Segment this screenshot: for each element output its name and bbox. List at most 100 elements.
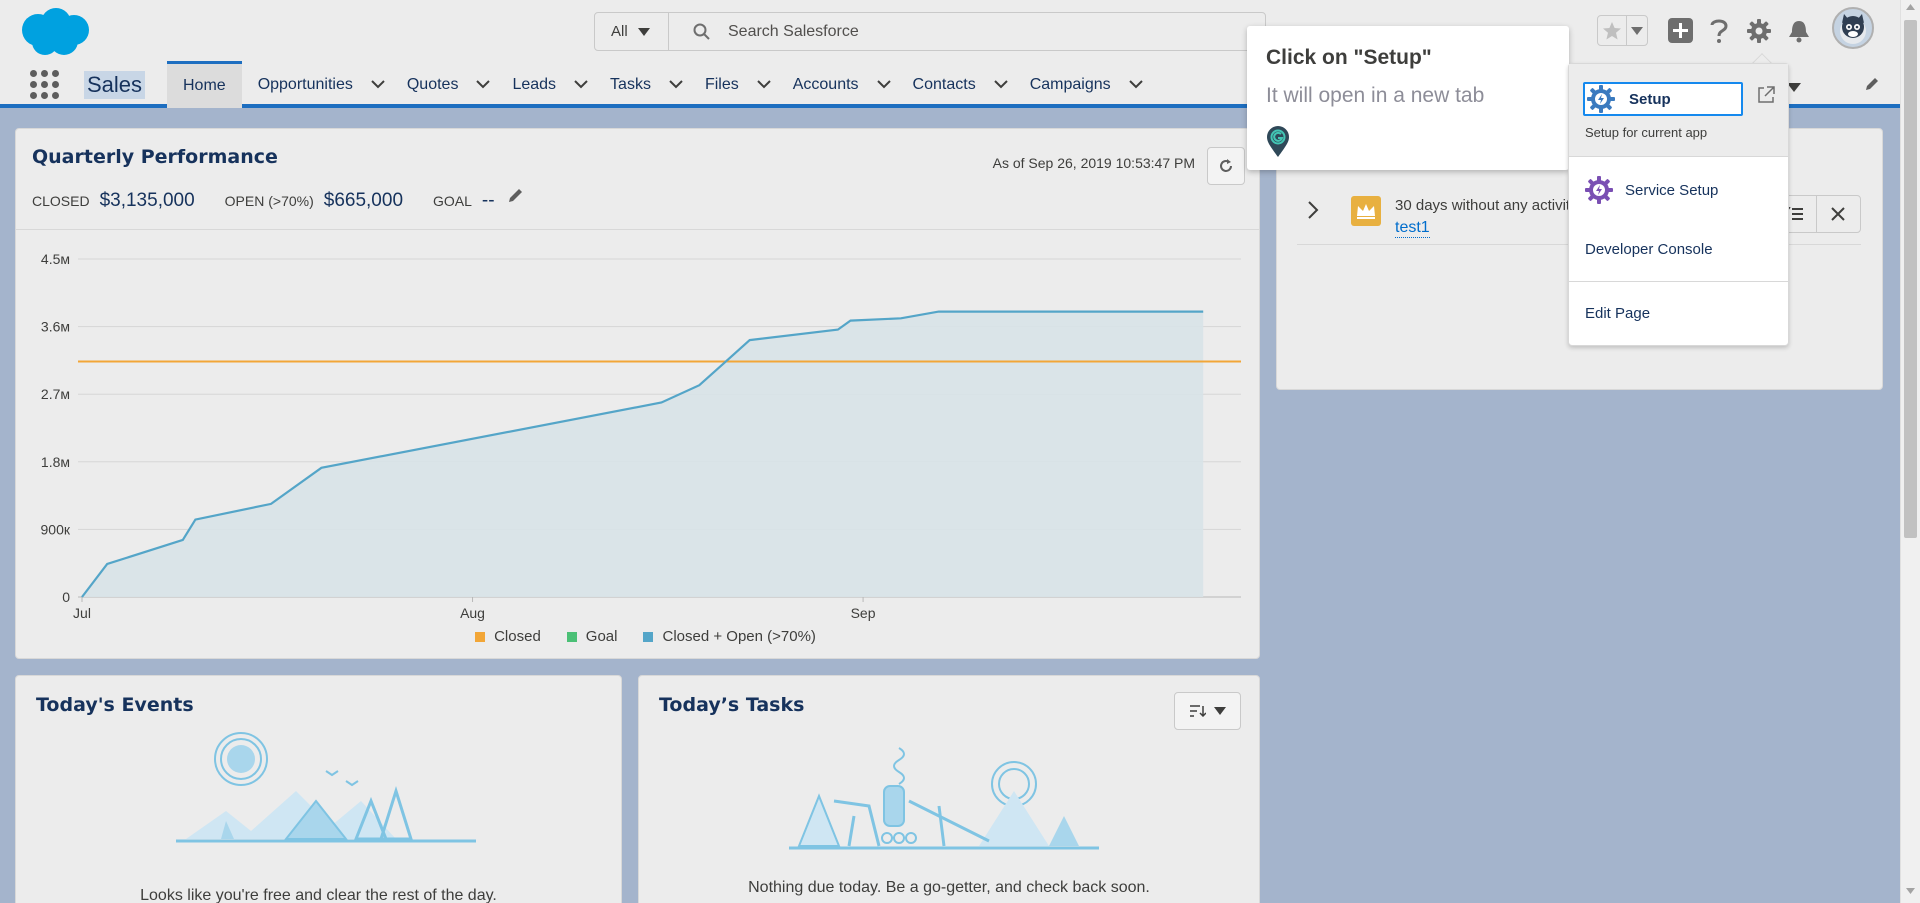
bell-icon: [1789, 21, 1809, 43]
legend-goal[interactable]: Goal: [566, 628, 618, 645]
global-actions-button[interactable]: [1668, 18, 1693, 43]
notifications-button[interactable]: [1786, 16, 1812, 46]
chevron-down-icon[interactable]: [371, 80, 385, 89]
card-title: Today’s Tasks: [659, 694, 805, 716]
app-name: Sales: [84, 71, 146, 99]
search-scope-select[interactable]: All: [595, 13, 669, 50]
search-icon: [693, 23, 710, 40]
setup-gear-icon: [1587, 85, 1615, 113]
open-label: OPEN (>70%): [224, 193, 314, 209]
tab-label: Leads: [512, 75, 557, 93]
tab-tasks[interactable]: Tasks: [594, 61, 689, 108]
y-tick-label: 900к: [41, 521, 71, 537]
y-tick-label: 3.6м: [41, 319, 70, 335]
chevron-down-icon[interactable]: [876, 80, 891, 89]
closed-value: $3,135,000: [99, 190, 195, 211]
legend-closed-open[interactable]: Closed + Open (>70%): [643, 628, 816, 645]
crown-icon: [1351, 196, 1381, 226]
tab-opportunities[interactable]: Opportunities: [242, 61, 391, 108]
closed-open-area: [82, 311, 1204, 597]
dismiss-button[interactable]: [1815, 196, 1861, 232]
fishing-illustration-icon: [789, 747, 1099, 850]
service-setup-gear-icon: [1585, 176, 1613, 204]
search-input[interactable]: [728, 22, 1128, 41]
tab-leads[interactable]: Leads: [496, 61, 594, 108]
chevron-down-icon[interactable]: [669, 80, 683, 89]
tab-contacts[interactable]: Contacts: [897, 61, 1014, 108]
chevron-down-icon[interactable]: [1128, 80, 1143, 89]
task-filter-button[interactable]: [1174, 692, 1241, 730]
setup-menu-item[interactable]: Setup: [1583, 82, 1743, 116]
chevron-down-icon[interactable]: [757, 80, 771, 89]
edit-nav-pencil-icon[interactable]: [1864, 76, 1880, 97]
chevron-down-icon: [1213, 707, 1226, 715]
help-icon: [1710, 19, 1728, 43]
page-scrollbar[interactable]: [1900, 0, 1920, 903]
legend-swatch: [475, 631, 486, 642]
setup-menu: Setup Setup for current app Service Setu…: [1568, 63, 1789, 346]
y-tick-label: 1.8м: [41, 454, 70, 470]
y-tick-label: 2.7м: [41, 386, 70, 402]
x-tick-label: Jul: [73, 605, 91, 621]
tab-campaigns[interactable]: Campaigns: [1014, 61, 1149, 108]
favorites-button[interactable]: [1597, 15, 1648, 46]
search-field: [669, 13, 1265, 50]
refresh-icon: [1220, 159, 1232, 172]
edit-page-menu-item[interactable]: Edit Page: [1585, 305, 1650, 322]
more-tabs-chevron-icon[interactable]: [1787, 79, 1801, 97]
setup-gear-button[interactable]: [1745, 16, 1773, 46]
chevron-down-icon[interactable]: [574, 80, 588, 89]
tab-home[interactable]: Home: [167, 61, 242, 108]
salesforce-logo[interactable]: [18, 6, 93, 58]
help-button[interactable]: [1707, 16, 1731, 46]
legend-label: Goal: [585, 628, 618, 645]
service-setup-label: Service Setup: [1625, 181, 1719, 199]
legend-label: Closed: [494, 628, 541, 645]
star-icon: [1603, 21, 1621, 39]
tab-label: Files: [704, 75, 739, 93]
todays-tasks-card: Today’s Tasks Nothing due today. Be a go…: [638, 675, 1260, 903]
developer-console-label: Developer Console: [1585, 241, 1713, 258]
tab-accounts[interactable]: Accounts: [777, 61, 897, 108]
app-launcher-button[interactable]: [28, 69, 60, 99]
tooltip-body: It will open in a new tab: [1266, 84, 1485, 107]
card-title: Today's Events: [36, 694, 194, 716]
scroll-up-arrow-icon[interactable]: [1906, 4, 1915, 10]
chevron-down-icon[interactable]: [476, 80, 491, 89]
tab-label: Campaigns: [1029, 75, 1111, 93]
scrollbar-thumb[interactable]: [1904, 20, 1917, 538]
developer-console-menu-item[interactable]: Developer Console: [1585, 241, 1713, 258]
service-setup-menu-item[interactable]: Service Setup: [1585, 176, 1718, 204]
plus-icon: [1673, 23, 1688, 38]
refresh-button[interactable]: [1207, 147, 1245, 185]
edit-goal-pencil-icon[interactable]: [507, 187, 524, 204]
setup-menu-top: Setup Setup for current app: [1569, 64, 1788, 157]
legend-label: Closed + Open (>70%): [662, 628, 816, 645]
tab-files[interactable]: Files: [689, 61, 777, 108]
astro-avatar-icon: [1840, 14, 1866, 44]
goal-label: GOAL: [433, 193, 472, 209]
tab-label: Quotes: [406, 75, 459, 93]
gear-icon: [1747, 19, 1771, 43]
search-scope-value: All: [611, 23, 628, 40]
activity-record-link[interactable]: test1: [1395, 219, 1430, 238]
tab-label: Home: [183, 77, 226, 94]
avatar[interactable]: [1832, 7, 1874, 49]
empty-tasks-message: Nothing due today. Be a go-getter, and c…: [748, 879, 1150, 896]
open-value: $665,000: [323, 190, 404, 211]
tab-quotes[interactable]: Quotes: [391, 61, 497, 108]
empty-events-message: Looks like you're free and clear the res…: [140, 887, 497, 903]
chevron-down-icon[interactable]: [993, 80, 1008, 89]
walkthrough-tooltip: Click on "Setup" It will open in a new t…: [1247, 26, 1579, 170]
setup-subtitle: Setup for current app: [1585, 125, 1708, 140]
y-tick-label: 0: [62, 589, 70, 605]
legend-closed[interactable]: Closed: [475, 628, 541, 645]
camping-illustration-icon: [176, 732, 476, 843]
sort-icon: [1189, 705, 1206, 717]
scroll-down-arrow-icon[interactable]: [1906, 888, 1915, 894]
chevron-right-icon[interactable]: [1307, 201, 1319, 224]
chevron-down-icon: [1631, 26, 1643, 35]
chevron-down-icon: [637, 27, 650, 36]
performance-chart: 0 900к 1.8м 2.7м 3.6м 4.5м Jul Aug Sep: [41, 251, 1241, 621]
open-new-tab-icon[interactable]: [1757, 86, 1775, 109]
